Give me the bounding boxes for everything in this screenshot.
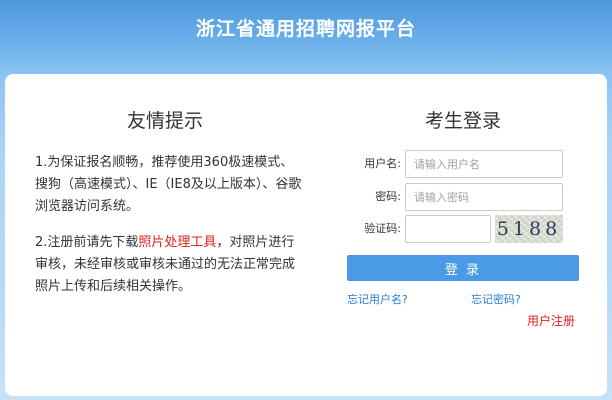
username-label: 用户名: (364, 157, 401, 170)
main-card: 友情提示 1.为保证报名顺畅，推荐使用360极速模式、搜狗（高速模式）、IE（I… (5, 74, 607, 396)
photo-tool-link[interactable]: 照片处理工具 (138, 235, 216, 250)
captcha-label: 验证码: (364, 222, 401, 235)
captcha-input[interactable] (405, 215, 491, 243)
site-title: 浙江省通用招聘网报平台 (195, 17, 416, 40)
password-label: 密码: (375, 190, 401, 203)
captcha-image[interactable]: 5188 (495, 215, 563, 243)
notice-tip-1: 1.为保证报名顺畅，推荐使用360极速模式、搜狗（高速模式）、IE（IE8及以上… (35, 155, 302, 214)
login-button[interactable]: 登 录 (347, 255, 579, 281)
password-input[interactable] (405, 183, 563, 211)
notice-title: 友情提示 (126, 110, 203, 132)
register-link[interactable]: 用户注册 (527, 314, 575, 328)
page-header: 浙江省通用招聘网报平台 (0, 0, 612, 62)
notice-tip-2-prefix: 2.注册前请先下载 (35, 235, 139, 250)
forgot-username-link[interactable]: 忘记用户名? (347, 293, 408, 307)
login-title: 考生登录 (424, 110, 501, 132)
username-input[interactable] (405, 150, 563, 178)
notice-tip-2: 2.注册前请先下载照片处理工具，对照片进行审核，未经审核或审核未通过的无法正常完… (35, 232, 303, 298)
captcha-text: 5188 (496, 218, 562, 240)
forgot-password-link[interactable]: 忘记密码? (471, 293, 521, 307)
